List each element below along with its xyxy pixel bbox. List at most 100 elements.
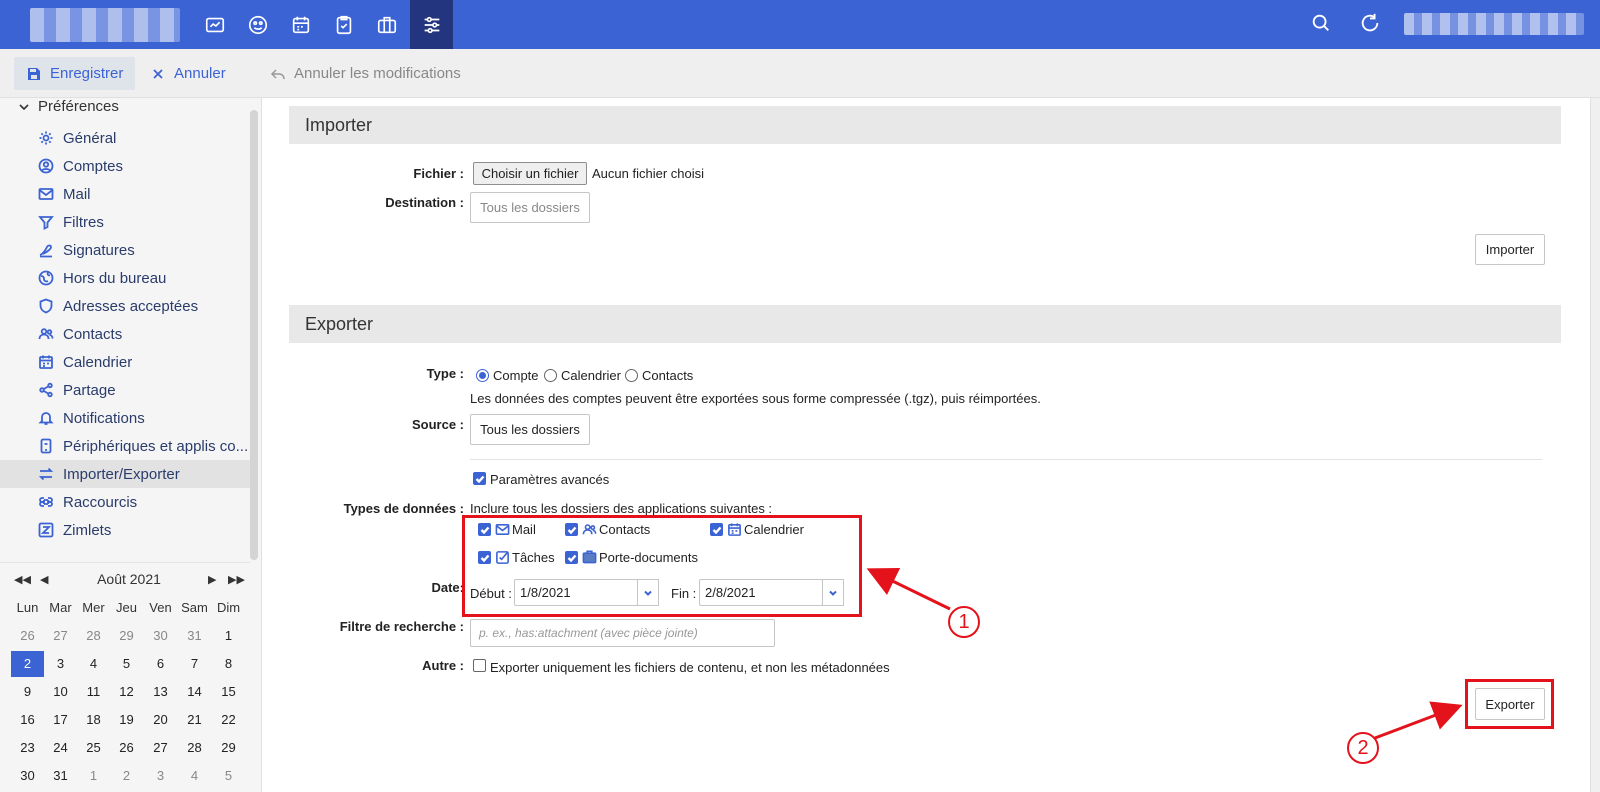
destination-selector[interactable]: Tous les dossiers	[470, 192, 590, 223]
calendar-day[interactable]: 31	[44, 763, 77, 789]
calendar-day[interactable]: 5	[212, 763, 245, 789]
sidebar-item-notifications[interactable]: Notifications	[0, 404, 250, 432]
sidebar-item-calendar[interactable]: Calendrier	[0, 348, 250, 376]
calendar-day[interactable]: 24	[44, 735, 77, 761]
contacts-app-icon[interactable]	[236, 0, 279, 49]
calendar-day[interactable]: 27	[44, 623, 77, 649]
calendar-day[interactable]: 10	[44, 679, 77, 705]
search-filter-input[interactable]: p. ex., has:attachment (avec pièce joint…	[470, 619, 775, 647]
choose-file-button[interactable]: Choisir un fichier	[473, 162, 587, 185]
calendar-day[interactable]: 29	[110, 623, 143, 649]
annotation-box-export-button	[1465, 679, 1554, 729]
sidebar-item-signatures[interactable]: Signatures	[0, 236, 250, 264]
calendar-day[interactable]: 3	[144, 763, 177, 789]
share-icon	[39, 382, 53, 398]
sidebar-header-preferences[interactable]: Préférences	[18, 98, 119, 115]
calendar-day[interactable]: 1	[77, 763, 110, 789]
sidebar-item-label: Raccourcis	[63, 493, 138, 511]
calendar-day[interactable]: 8	[212, 651, 245, 677]
sidebar-item-mail[interactable]: Mail	[0, 180, 250, 208]
calendar-app-icon[interactable]	[279, 0, 322, 49]
source-selector[interactable]: Tous les dossiers	[470, 414, 590, 445]
sidebar-item-sharing[interactable]: Partage	[0, 376, 250, 404]
briefcase-app-icon[interactable]	[365, 0, 408, 49]
calendar-day[interactable]: 12	[110, 679, 143, 705]
tasks-app-icon[interactable]	[322, 0, 365, 49]
sidebar-item-shortcuts[interactable]: Raccourcis	[0, 488, 250, 516]
search-filter-label: Filtre de recherche :	[339, 619, 464, 634]
save-button[interactable]: Enregistrer	[14, 57, 136, 90]
calendar-day[interactable]: 17	[44, 707, 77, 733]
advanced-settings-checkbox[interactable]	[473, 472, 486, 485]
calendar-day[interactable]: 30	[144, 623, 177, 649]
calendar-day[interactable]: 23	[11, 735, 44, 761]
type-radio-calendar[interactable]	[544, 369, 557, 382]
undo-changes-button[interactable]: Annuler les modifications	[258, 57, 473, 90]
calendar-day[interactable]: 11	[77, 679, 110, 705]
calendar-day[interactable]: 9	[11, 679, 44, 705]
cancel-button[interactable]: Annuler	[138, 57, 238, 90]
calendar-day[interactable]: 29	[212, 735, 245, 761]
calendar-day[interactable]: 26	[11, 623, 44, 649]
calendar-day[interactable]: 20	[144, 707, 177, 733]
account-icon	[38, 158, 54, 174]
sidebar-item-devices[interactable]: Périphériques et applis co...	[0, 432, 250, 460]
sidebar-item-accounts[interactable]: Comptes	[0, 152, 250, 180]
calendar-day[interactable]: 7	[178, 651, 211, 677]
content-only-checkbox[interactable]	[473, 659, 486, 672]
sidebar-item-label: Comptes	[63, 157, 124, 175]
next-month-button[interactable]: ▶	[208, 573, 216, 586]
calendar-day[interactable]: 22	[212, 707, 245, 733]
calendar-day[interactable]: 1	[212, 623, 245, 649]
calendar-day[interactable]: 2	[110, 763, 143, 789]
calendar-day[interactable]: 14	[178, 679, 211, 705]
calendar-day[interactable]: 28	[77, 623, 110, 649]
calendar-day[interactable]: 5	[110, 651, 143, 677]
user-menu[interactable]	[1404, 13, 1584, 35]
sidebar-item-label: Zimlets	[63, 521, 112, 539]
calendar-icon	[39, 355, 53, 369]
type-radio-contacts[interactable]	[625, 369, 638, 382]
calendar-day[interactable]: 30	[11, 763, 44, 789]
calendar-day[interactable]: 28	[178, 735, 211, 761]
mail-icon	[38, 188, 54, 200]
calendar-day[interactable]: 2	[11, 651, 44, 677]
sidebar-item-filters[interactable]: Filtres	[0, 208, 250, 236]
refresh-icon[interactable]	[1359, 12, 1383, 36]
calendar-day[interactable]: 4	[178, 763, 211, 789]
sidebar-item-general[interactable]: Général	[0, 124, 250, 152]
calendar-day[interactable]: 6	[144, 651, 177, 677]
preferences-app-icon[interactable]	[410, 0, 453, 49]
sidebar-item-zimlets[interactable]: Zimlets	[0, 516, 250, 544]
weekday-header: Ven	[149, 600, 172, 615]
calendar-day[interactable]: 18	[77, 707, 110, 733]
sidebar-item-contacts[interactable]: Contacts	[0, 320, 250, 348]
calendar-day[interactable]: 13	[144, 679, 177, 705]
sidebar-item-out-of-office[interactable]: Hors du bureau	[0, 264, 250, 292]
calendar-day[interactable]: 19	[110, 707, 143, 733]
calendar-day[interactable]: 31	[178, 623, 211, 649]
import-button[interactable]: Importer	[1475, 234, 1545, 265]
sidebar-scrollbar[interactable]	[250, 110, 258, 560]
file-status: Aucun fichier choisi	[592, 166, 704, 181]
calendar-day[interactable]: 15	[212, 679, 245, 705]
sidebar-item-label: Calendrier	[63, 353, 133, 371]
calendar-day[interactable]: 3	[44, 651, 77, 677]
calendar-day[interactable]: 25	[77, 735, 110, 761]
sidebar-item-label: Mail	[63, 185, 91, 203]
import-section-title: Importer	[289, 106, 1561, 144]
weekday-header: Sam	[181, 600, 208, 615]
sidebar-item-import-export[interactable]: Importer/Exporter	[0, 460, 250, 488]
calendar-day[interactable]: 16	[11, 707, 44, 733]
calendar-day[interactable]: 26	[110, 735, 143, 761]
mail-app-icon[interactable]	[193, 0, 236, 49]
search-icon[interactable]	[1310, 12, 1334, 36]
type-radio-account[interactable]	[476, 369, 489, 382]
next-year-button[interactable]: ▶▶	[228, 573, 245, 586]
calendar-day[interactable]: 21	[178, 707, 211, 733]
calendar-day[interactable]: 4	[77, 651, 110, 677]
main-scrollbar[interactable]	[1590, 98, 1600, 792]
calendar-day[interactable]: 27	[144, 735, 177, 761]
sidebar-item-accepted-addresses[interactable]: Adresses acceptées	[0, 292, 250, 320]
gear-icon	[39, 131, 53, 145]
